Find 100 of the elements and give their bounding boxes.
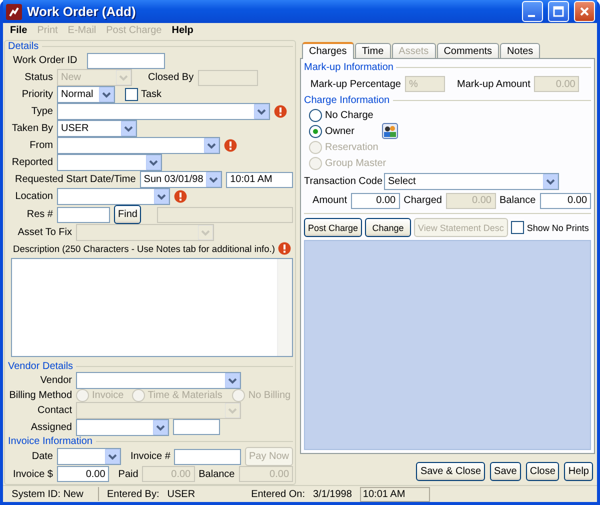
text-field[interactable] <box>174 448 241 465</box>
dropdown[interactable] <box>57 448 122 466</box>
field-label: Transaction Code <box>304 176 380 186</box>
radio-icon <box>309 124 322 138</box>
minimize-button[interactable] <box>522 1 543 22</box>
field-label: Paid <box>118 468 138 480</box>
field-label: Type <box>30 106 53 118</box>
dropdown[interactable] <box>57 154 162 172</box>
section-heading: Charge Information <box>304 95 390 106</box>
field-label: Charged <box>404 195 442 206</box>
tab[interactable]: Notes <box>500 43 540 58</box>
text-field[interactable]: 0.00 <box>351 192 400 208</box>
close-icon <box>579 6 590 17</box>
dropdown[interactable] <box>76 372 241 389</box>
chevron-down-icon <box>543 174 558 188</box>
text-field[interactable]: 0.00 <box>57 466 110 482</box>
field-label: Description (250 Characters - Use Notes tab for additional info.) <box>13 244 275 254</box>
field-label: Billing Method <box>8 390 72 401</box>
chevron-down-icon <box>198 225 213 240</box>
radio-icon <box>76 388 89 402</box>
dropdown[interactable] <box>57 188 170 206</box>
field-label: Res # <box>26 209 53 220</box>
radio-icon <box>309 140 322 154</box>
field-label: Priority <box>20 89 53 100</box>
status-label: Entered On: <box>251 488 305 500</box>
text-field[interactable] <box>57 206 110 223</box>
field-label: Status <box>24 72 53 84</box>
dropdown[interactable]: Select <box>384 172 559 190</box>
text-field[interactable]: 10:01 AM <box>226 172 293 188</box>
dropdown[interactable] <box>57 137 220 154</box>
checkbox[interactable]: Show No Prints <box>510 221 589 234</box>
field-label: Contact <box>36 404 72 416</box>
people-icon[interactable] <box>382 123 398 139</box>
action-button[interactable]: Change <box>365 218 412 237</box>
field-label: Balance <box>198 468 235 480</box>
app-icon <box>6 4 22 20</box>
footer-button[interactable]: Close <box>526 462 560 481</box>
status-label: Entered By: <box>107 488 160 500</box>
minimize-icon <box>528 14 534 16</box>
find-button[interactable]: Find <box>114 205 142 224</box>
field-label: Asset To Fix <box>16 227 72 238</box>
field-label: Vendor <box>39 374 72 386</box>
field-label: Assigned <box>30 422 72 433</box>
chevron-down-icon <box>121 121 136 136</box>
radio-button[interactable]: Owner <box>309 124 354 138</box>
dropdown[interactable]: Sun 03/01/98 <box>140 171 222 188</box>
text-field[interactable] <box>87 52 166 69</box>
dropdown[interactable] <box>57 103 270 120</box>
dropdown[interactable]: Normal <box>57 86 115 104</box>
checkbox[interactable]: Task <box>125 88 162 102</box>
field-label: Balance <box>500 195 536 206</box>
menu-item[interactable]: File <box>5 25 32 36</box>
checkbox-icon <box>510 221 524 234</box>
field-label: Location <box>14 191 53 202</box>
radio-icon <box>132 388 145 402</box>
chevron-down-icon <box>146 155 161 170</box>
text-field[interactable] <box>157 206 293 223</box>
checkbox-icon <box>125 88 138 102</box>
field-label: Closed By <box>148 72 194 84</box>
field-label: Taken By <box>10 123 53 134</box>
radio-icon <box>309 108 322 122</box>
text-field[interactable] <box>173 419 220 436</box>
field-label: Mark-up Amount <box>457 78 530 90</box>
chevron-down-icon <box>204 138 219 154</box>
status-time: 10:01 AM <box>360 486 430 502</box>
chevron-down-icon <box>254 104 269 120</box>
footer-button[interactable]: Help <box>564 462 593 481</box>
footer-button[interactable]: Save <box>490 462 521 481</box>
menu-item[interactable]: Help <box>166 25 198 36</box>
chevron-down-icon <box>153 420 168 435</box>
section-heading: Invoice Information <box>8 436 92 447</box>
radio-button[interactable]: No Charge <box>309 108 374 122</box>
dropdown[interactable] <box>76 418 169 436</box>
chevron-down-icon <box>154 189 169 204</box>
section-heading: Mark-up Information <box>304 62 394 73</box>
footer-button[interactable]: Save & Close <box>416 462 486 481</box>
field-label: Work Order ID <box>13 55 78 66</box>
field-label: Date <box>30 451 53 462</box>
field-label: Mark-up Percentage <box>309 78 401 90</box>
chevron-down-icon <box>206 172 222 188</box>
tab[interactable]: Time <box>354 43 391 58</box>
status-text: System ID: New <box>10 488 84 500</box>
chevron-down-icon <box>105 449 120 464</box>
section-heading: Details <box>8 41 39 52</box>
maximize-button[interactable] <box>548 1 569 22</box>
description-field[interactable] <box>11 258 293 357</box>
field-label: From <box>28 140 53 152</box>
tab[interactable]: Charges <box>302 42 354 59</box>
chevron-down-icon <box>225 372 240 388</box>
text-field[interactable]: 0.00 <box>540 192 592 208</box>
chevron-down-icon <box>99 87 114 102</box>
dropdown[interactable]: USER <box>57 120 137 138</box>
maximize-icon <box>553 6 564 17</box>
tab[interactable]: Comments <box>436 43 500 58</box>
close-button[interactable] <box>574 1 595 22</box>
chevron-down-icon <box>116 70 131 86</box>
action-button[interactable]: Post Charge <box>304 218 362 237</box>
status-text: 3/1/1998 <box>312 488 352 500</box>
radio-icon <box>232 388 246 402</box>
radio-icon <box>309 156 322 170</box>
